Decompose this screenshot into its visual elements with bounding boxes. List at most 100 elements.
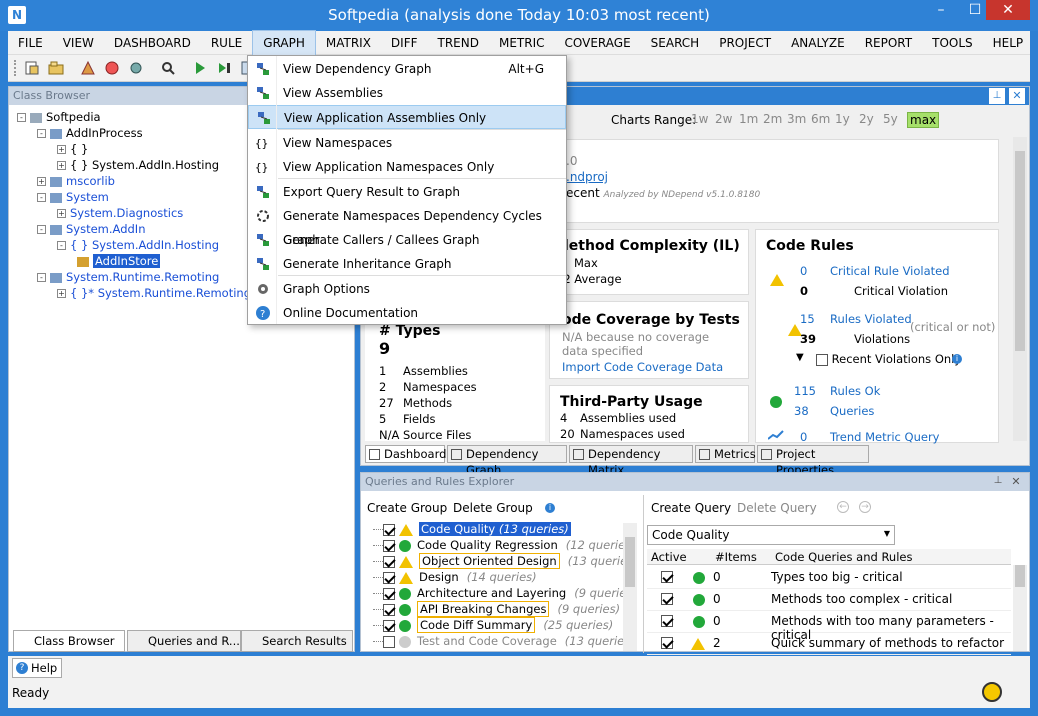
group-checkbox[interactable] — [383, 523, 395, 536]
tree-node[interactable]: AddInStore — [77, 253, 161, 269]
table-row[interactable]: 0 Methods too complex - critical — [647, 589, 1011, 611]
expand-icon[interactable]: + — [37, 177, 46, 186]
collapse-icon[interactable]: - — [17, 113, 26, 122]
query-group-item[interactable]: Code Quality Regression (12 queries) — [373, 537, 636, 553]
groups-scrollbar[interactable] — [623, 523, 637, 651]
tree-node[interactable]: + System.Diagnostics — [57, 205, 183, 221]
menu-coverage[interactable]: COVERAGE — [555, 31, 641, 55]
tab-search-results[interactable]: Search Results — [241, 630, 353, 652]
query-group-item[interactable]: Code Diff Summary (25 queries) — [373, 617, 613, 633]
tree-node[interactable]: -{ } System.AddIn.Hosting — [57, 237, 219, 253]
back-icon[interactable]: ← — [837, 501, 849, 513]
table-row[interactable]: 0 Types too big - critical — [647, 567, 1011, 589]
collapse-icon[interactable]: - — [37, 129, 46, 138]
trend-link[interactable]: Trend Metric Query — [830, 430, 940, 444]
queries-link[interactable]: Queries — [830, 404, 874, 418]
menu-item-graph-options[interactable]: Graph Options — [248, 277, 566, 301]
queries-count[interactable]: 38 — [794, 404, 809, 418]
group-checkbox[interactable] — [383, 539, 395, 552]
query-group-item[interactable]: Code Quality (13 queries) — [373, 521, 579, 537]
status-indicator-icon[interactable] — [982, 682, 1002, 702]
info-icon[interactable]: i — [952, 354, 962, 364]
active-checkbox[interactable] — [661, 571, 673, 583]
group-checkbox[interactable] — [383, 571, 395, 584]
tab-class-browser[interactable]: Class Browser — [13, 630, 125, 652]
search-icon[interactable] — [160, 60, 176, 76]
query-group-item[interactable]: Design (14 queries) — [373, 569, 537, 585]
active-checkbox[interactable] — [661, 593, 673, 605]
rules-violated-link[interactable]: Rules Violated — [830, 312, 912, 326]
menu-item-generate-inheritance-graph[interactable]: Generate Inheritance Graph — [248, 252, 566, 276]
menu-item-online-documentation[interactable]: ? Online Documentation — [248, 301, 566, 325]
menu-analyze[interactable]: ANALYZE — [781, 31, 855, 55]
menu-diff[interactable]: DIFF — [381, 31, 428, 55]
tree-node[interactable]: - System.Runtime.Remoting — [37, 269, 219, 285]
active-checkbox[interactable] — [661, 615, 673, 627]
range-max[interactable]: max — [907, 112, 940, 128]
group-checkbox[interactable] — [383, 619, 395, 632]
menu-matrix[interactable]: MATRIX — [316, 31, 381, 55]
group-checkbox[interactable] — [383, 635, 395, 648]
range-2m[interactable]: 2m — [763, 112, 782, 126]
query-group-item[interactable]: Object Oriented Design (13 queries) — [373, 553, 637, 569]
recent-violations-checkbox[interactable] — [816, 353, 828, 366]
new-project-icon[interactable] — [24, 60, 40, 76]
delete-query-button[interactable]: Delete Query — [737, 501, 817, 515]
group-checkbox[interactable] — [383, 587, 395, 600]
column-header[interactable]: #Items — [715, 550, 757, 564]
menu-view[interactable]: VIEW — [53, 31, 104, 55]
range-1y[interactable]: 1y — [835, 112, 850, 126]
trend-count[interactable]: 0 — [800, 430, 807, 444]
menu-trend[interactable]: TREND — [428, 31, 489, 55]
recent-violations-toggle[interactable]: Recent Violations Only — [816, 352, 961, 366]
tree-node[interactable]: + { } System.AddIn.Hosting — [57, 157, 219, 173]
menu-file[interactable]: FILE — [8, 31, 53, 55]
menu-item-export-query-result-to-graph[interactable]: Export Query Result to Graph — [248, 180, 566, 204]
group-checkbox[interactable] — [383, 555, 395, 568]
group-select[interactable]: Code Quality ▼ — [647, 525, 895, 545]
qre-close-icon[interactable]: ✕ — [1009, 475, 1023, 489]
toolbar-grip[interactable] — [14, 60, 18, 76]
critical-rules-count[interactable]: 0 — [800, 264, 807, 278]
tree-node[interactable]: - Softpedia — [17, 109, 101, 125]
range-1w[interactable]: 1w — [691, 112, 708, 126]
collapse-icon[interactable]: - — [37, 273, 46, 282]
close-panel-icon[interactable]: ✕ — [1009, 88, 1025, 104]
dashboard-scrollbar[interactable] — [1013, 137, 1027, 441]
query-group-item[interactable]: API Breaking Changes (9 queries) — [373, 601, 620, 617]
table-row[interactable]: 2 Quick summary of methods to refactor — [647, 633, 1011, 655]
group-checkbox[interactable] — [383, 603, 395, 616]
range-1m[interactable]: 1m — [739, 112, 758, 126]
tab-dependency-matrix[interactable]: Dependency Matrix — [569, 445, 693, 477]
queries-scrollbar[interactable] — [1013, 565, 1027, 651]
menu-dashboard[interactable]: DASHBOARD — [104, 31, 201, 55]
run-step-icon[interactable] — [216, 60, 232, 76]
column-header[interactable]: Code Queries and Rules — [775, 550, 912, 564]
query-group-item[interactable]: Test and Code Coverage (13 queries) — [373, 633, 635, 649]
menu-item-view-dependency-graph[interactable]: View Dependency Graph Alt+G — [248, 57, 566, 81]
tab-queries-and-rules[interactable]: Queries and R... — [127, 630, 241, 652]
run-icon[interactable] — [192, 60, 208, 76]
column-header[interactable]: Active — [651, 550, 687, 564]
forward-icon[interactable]: → — [859, 501, 871, 513]
collapse-icon[interactable]: - — [57, 241, 66, 250]
menu-metric[interactable]: METRIC — [489, 31, 555, 55]
project-file-link[interactable]: .ndproj — [566, 170, 608, 184]
menu-item-view-assemblies[interactable]: View Assemblies — [248, 81, 566, 105]
menu-rule[interactable]: RULE — [201, 31, 252, 55]
tab-project-properties[interactable]: Project Properties — [757, 445, 869, 477]
query-groups-list[interactable]: Code Quality (13 queries) Code Quality Re… — [361, 521, 637, 649]
tree-node[interactable]: + mscorlib — [37, 173, 115, 189]
pin-icon[interactable]: ⊥ — [989, 88, 1005, 104]
expand-icon[interactable]: + — [57, 289, 66, 298]
tab-dependency-graph[interactable]: Dependency Graph — [447, 445, 567, 477]
range-6m[interactable]: 6m — [811, 112, 830, 126]
menu-project[interactable]: PROJECT — [709, 31, 781, 55]
delete-group-button[interactable]: Delete Group — [453, 501, 533, 515]
tree-node[interactable]: - System — [37, 189, 109, 205]
expand-icon[interactable]: + — [57, 161, 66, 170]
tree-node[interactable]: + { } — [57, 141, 88, 157]
table-row[interactable]: 0 Methods with too many parameters - crit… — [647, 611, 1011, 642]
menu-search[interactable]: SEARCH — [641, 31, 710, 55]
close-button[interactable]: ✕ — [986, 0, 1030, 20]
